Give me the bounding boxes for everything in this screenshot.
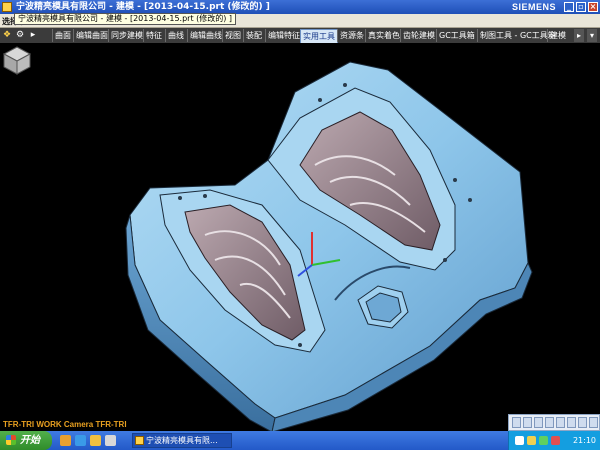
menu-item-edit-surface[interactable]: 编辑曲面 — [73, 29, 110, 42]
menu-bar: ❖ ⚙ ▸ 曲面 编辑曲面 同步建模 特征 曲线 编辑曲线 视图 装配 编辑特征… — [0, 28, 600, 44]
menu-item-modeling[interactable]: 建模 — [547, 29, 568, 42]
start-button[interactable]: 开始 — [0, 431, 52, 450]
menu-item-sync-modeling[interactable]: 同步建模 — [108, 29, 145, 42]
system-tray: 21:10 — [508, 431, 600, 450]
view-layer-icon[interactable] — [589, 417, 598, 428]
menu-item-view[interactable]: 视图 — [222, 29, 243, 42]
menu-item-surface[interactable]: 曲面 — [52, 29, 73, 42]
viewport-camera-label: TFR-TRI WORK Camera TFR-TRI — [3, 420, 127, 429]
tray-clock[interactable]: 21:10 — [573, 431, 596, 450]
view-zoom-icon[interactable] — [523, 417, 532, 428]
menu-item-true-shading[interactable]: 真实着色 — [365, 29, 402, 42]
menu-item-edit-feature[interactable]: 编辑特征 — [265, 29, 302, 42]
menu-item-gc-toolbox[interactable]: GC工具箱 — [436, 29, 477, 42]
settings-gear-icon[interactable]: ⚙ — [15, 30, 25, 40]
app-icon[interactable] — [2, 2, 12, 12]
view-fit-icon[interactable] — [512, 417, 521, 428]
tray-network-icon[interactable] — [515, 436, 524, 445]
graphics-viewport[interactable]: TFR-TRI WORK Camera TFR-TRI — [0, 43, 600, 431]
minimize-button[interactable]: _ — [564, 2, 574, 12]
nx-app-icon — [135, 436, 144, 445]
restore-button[interactable]: ▫ — [576, 2, 586, 12]
view-section-icon[interactable] — [578, 417, 587, 428]
menu-item-resource-bar[interactable]: 资源条 — [337, 29, 366, 42]
mold-model — [125, 61, 533, 431]
menu-item-gear-modeling[interactable]: 齿轮建模 — [400, 29, 437, 42]
tray-volume-icon[interactable] — [527, 436, 536, 445]
taskbar-item-nx[interactable]: 宁波精亮模具有限... — [132, 433, 232, 448]
menu-item-assembly[interactable]: 装配 — [243, 29, 264, 42]
tray-ime-icon[interactable] — [551, 436, 560, 445]
view-orientation-cube-icon[interactable] — [0, 43, 34, 77]
brand-logo: SIEMENS — [511, 2, 556, 12]
view-shade-icon[interactable] — [556, 417, 565, 428]
window-title: 宁波精亮模具有限公司 - 建模 - [2013-04-15.prt (修改的) … — [16, 2, 270, 12]
close-button[interactable]: × — [588, 2, 598, 12]
title-tooltip: 宁波精亮模具有限公司 - 建模 - [2013-04-15.prt (修改的) … — [14, 13, 237, 25]
quicklaunch-explorer-icon[interactable] — [90, 435, 101, 446]
start-label: 开始 — [20, 435, 40, 446]
windows-flag-icon — [6, 435, 16, 445]
menu-overflow-icon[interactable]: ▾ — [587, 29, 597, 42]
title-bar: 宁波精亮模具有限公司 - 建模 - [2013-04-15.prt (修改的) … — [0, 0, 600, 14]
menu-item-feature[interactable]: 特征 — [143, 29, 164, 42]
menu-item-utility[interactable]: 实用工具 — [300, 29, 338, 44]
view-pan-icon[interactable] — [545, 417, 554, 428]
windows-taskbar: 开始 宁波精亮模具有限... 21:10 — [0, 431, 600, 450]
quicklaunch-ie-icon[interactable] — [75, 435, 86, 446]
tray-security-icon[interactable] — [539, 436, 548, 445]
menu-item-edit-curve[interactable]: 编辑曲线 — [187, 29, 224, 42]
logo-icon[interactable]: ❖ — [2, 30, 12, 40]
view-rotate-icon[interactable] — [534, 417, 543, 428]
quicklaunch-desktop-icon[interactable] — [105, 435, 116, 446]
menu-scroll-right-icon[interactable]: ▸ — [574, 29, 584, 42]
view-wireframe-icon[interactable] — [567, 417, 576, 428]
menu-item-curve[interactable]: 曲线 — [165, 29, 186, 42]
view-toolbar — [508, 414, 600, 431]
menu-item-drafting-tools[interactable]: 制图工具 - GC工具箱 — [477, 29, 558, 42]
taskbar-item-label: 宁波精亮模具有限... — [146, 436, 218, 445]
quicklaunch-folder-icon[interactable] — [60, 435, 71, 446]
expand-icon[interactable]: ▸ — [28, 30, 38, 40]
